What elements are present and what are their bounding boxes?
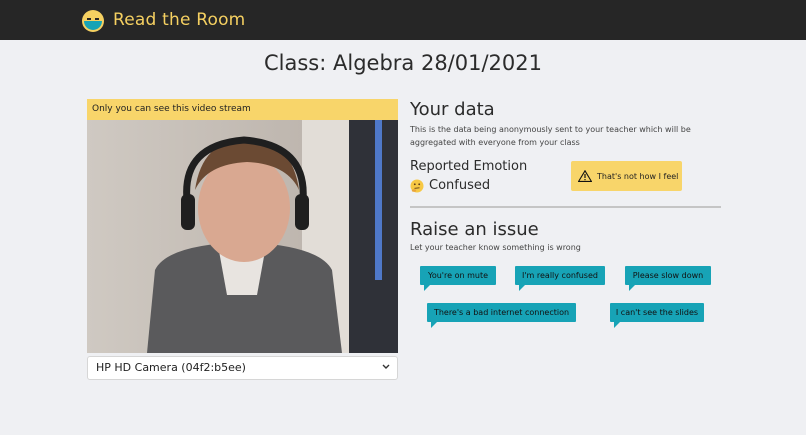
emotion-text: Confused [429,178,491,193]
top-navbar: Read the Room [0,0,806,40]
brand-name[interactable]: Read the Room [113,10,245,30]
issue-button-on-mute[interactable]: You're on mute [420,266,496,291]
not-how-i-feel-label: That's not how I feel [597,171,679,181]
reported-emotion-value: Confused [410,178,490,193]
video-privacy-banner: Only you can see this video stream [87,99,398,120]
issue-button-bad-connection[interactable]: There's a bad internet connection [427,303,576,328]
raise-issue-heading: Raise an issue [410,219,539,240]
raise-issue-description: Let your teacher know something is wrong [410,243,581,252]
reported-emotion-label: Reported Emotion [410,159,528,174]
camera-select-value: HP HD Camera (04f2:b5ee) [96,361,246,374]
camera-select[interactable]: HP HD Camera (04f2:b5ee) [87,356,398,380]
app-logo-icon[interactable] [81,9,105,33]
page-title: Class: Algebra 28/01/2021 [264,51,542,75]
thinking-face-emoji-icon [410,179,424,192]
your-data-heading: Your data [410,99,495,120]
issue-button-slow-down[interactable]: Please slow down [625,266,711,291]
webcam-video-stream [87,120,398,353]
your-data-description: This is the data being anonymously sent … [410,125,691,147]
section-divider [410,206,721,208]
chevron-down-icon [382,364,390,369]
issue-button-cant-see-slides[interactable]: I can't see the slides [610,303,704,328]
warning-icon [578,170,592,182]
issue-button-really-confused[interactable]: I'm really confused [515,266,605,291]
not-how-i-feel-button[interactable]: That's not how I feel [571,161,682,191]
